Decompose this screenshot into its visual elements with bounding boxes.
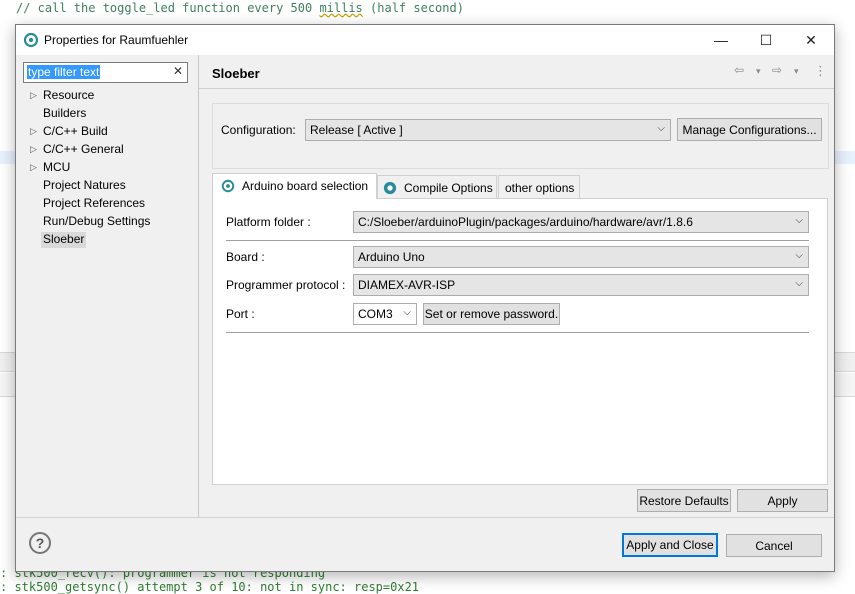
board-selection-panel: Platform folder : C:/Sloeber/arduinoPlug… [212,198,828,485]
port-label: Port : [226,307,255,321]
apply-button[interactable]: Apply [737,489,828,512]
chevron-down-icon: ⌵ [657,123,665,134]
back-menu-chevron-icon[interactable]: ▾ [756,66,761,77]
expand-chevron-icon[interactable]: ▷ [30,126,37,137]
chevron-down-icon: ⌵ [795,278,803,289]
expand-chevron-icon[interactable]: ▷ [30,144,37,155]
configuration-label: Configuration: [221,123,296,137]
tab-other-options[interactable]: other options [498,175,580,199]
filter-placeholder: type filter text [27,65,101,79]
clear-filter-icon[interactable]: ✕ [173,64,183,78]
view-menu-icon[interactable]: ⋮ [814,63,827,79]
gear-icon [221,179,235,193]
pane-divider[interactable] [198,55,199,517]
forward-arrow-icon[interactable]: ⇨ [772,63,782,77]
dialog-title: Properties for Raumfuehler [44,33,189,47]
expand-chevron-icon[interactable]: ▷ [30,90,37,101]
close-button[interactable]: ✕ [788,25,834,55]
tree-item-mcu[interactable]: MCU [43,160,70,176]
restore-defaults-button[interactable]: Restore Defaults [637,489,731,512]
board-label: Board : [226,250,265,264]
code-comment-line: // call the toggle_led function every 50… [16,1,464,15]
separator [226,332,809,333]
configuration-select[interactable]: Release [ Active ] ⌵ [305,119,671,141]
programmer-protocol-select[interactable]: DIAMEX-AVR-ISP ⌵ [353,274,809,296]
filter-input[interactable]: type filter text ✕ [23,62,188,83]
programmer-protocol-label: Programmer protocol : [226,278,346,292]
tree-item-builders[interactable]: Builders [43,106,86,122]
footer-separator [16,517,834,518]
set-password-button[interactable]: Set or remove password. [423,303,560,325]
chevron-down-icon: ⌵ [795,215,803,226]
tree-item-cpp-build[interactable]: C/C++ Build [43,124,108,140]
expand-chevron-icon[interactable]: ▷ [30,162,37,173]
board-select[interactable]: Arduino Uno ⌵ [353,246,809,268]
platform-folder-select[interactable]: C:/Sloeber/arduinoPlugin/packages/arduin… [353,211,809,233]
page-navigation: ⇦ ▾ ⇨ ▾ ⋮ [732,63,832,81]
maximize-button[interactable]: ☐ [743,25,789,55]
chevron-down-icon: ⌵ [403,307,411,318]
properties-dialog: Properties for Raumfuehler — ☐ ✕ type fi… [15,24,835,572]
manage-configurations-button[interactable]: Manage Configurations... [677,118,822,141]
minimize-button[interactable]: — [698,25,744,55]
header-separator [199,88,834,89]
tree-item-sloeber[interactable]: Sloeber [41,232,87,248]
tree-item-project-natures[interactable]: Project Natures [43,178,126,194]
tree-item-project-references[interactable]: Project References [43,196,145,212]
tree-item-cpp-general[interactable]: C/C++ General [43,142,124,158]
dialog-titlebar: Properties for Raumfuehler — ☐ ✕ [16,25,834,55]
separator [226,240,809,241]
tab-compile-options[interactable]: Compile Options [377,175,497,199]
forward-menu-chevron-icon[interactable]: ▾ [794,66,799,77]
platform-folder-label: Platform folder : [226,215,311,229]
cancel-button[interactable]: Cancel [726,534,822,557]
tree-item-run-debug-settings[interactable]: Run/Debug Settings [43,214,150,230]
page-title: Sloeber [212,66,260,81]
configuration-group: Configuration: Release [ Active ] ⌵ Mana… [212,103,829,169]
chevron-down-icon: ⌵ [795,250,803,261]
help-icon[interactable]: ? [29,532,51,554]
back-arrow-icon[interactable]: ⇦ [734,63,744,77]
tab-arduino-board-selection[interactable]: Arduino board selection [212,173,377,199]
apply-and-close-button[interactable]: Apply and Close [622,533,718,557]
tree-item-resource[interactable]: Resource [43,88,94,104]
gear-icon [383,181,397,195]
port-select[interactable]: COM3 ⌵ [353,303,417,325]
eclipse-properties-icon [23,32,39,48]
